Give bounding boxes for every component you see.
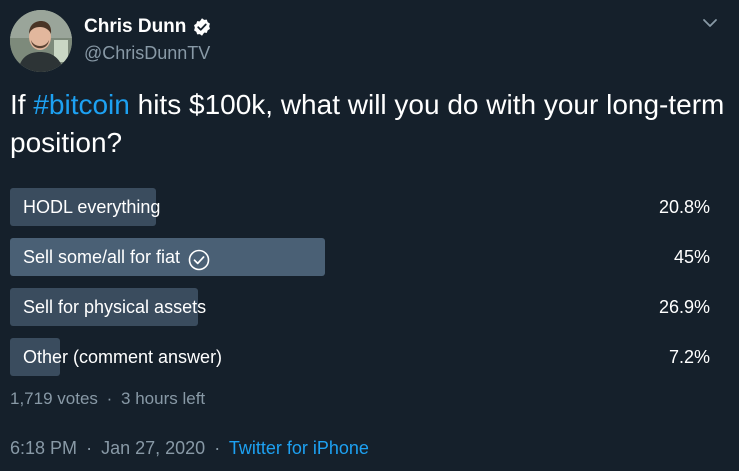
poll-meta: 1,719 votes · 3 hours left xyxy=(10,389,205,409)
poll-time-left: 3 hours left xyxy=(121,389,206,408)
check-circle-icon xyxy=(188,246,210,271)
chevron-down-icon[interactable] xyxy=(701,14,719,32)
tweet-timestamp-row: 6:18 PM · Jan 27, 2020 · Twitter for iPh… xyxy=(10,438,369,459)
poll-option-percent: 45% xyxy=(673,247,710,267)
poll-option-label: Sell for physical assets xyxy=(23,288,206,326)
tweet-text-before: If xyxy=(10,89,34,120)
avatar-image xyxy=(10,10,72,72)
poll-option-percent: 7.2% xyxy=(668,347,710,367)
hashtag-link[interactable]: #bitcoin xyxy=(33,89,130,120)
poll-votes: 1,719 votes xyxy=(10,389,98,408)
poll-option-label: Other (comment answer) xyxy=(23,338,222,376)
verified-badge-icon xyxy=(192,17,212,37)
poll-option-text: Other (comment answer) xyxy=(23,347,223,367)
tweet-source-link[interactable]: Twitter for iPhone xyxy=(229,438,369,458)
poll-option-text: Sell some/all for fiat xyxy=(23,247,181,267)
poll-option: Other (comment answer) 7.2% xyxy=(10,338,710,376)
user-display-name[interactable]: Chris Dunn xyxy=(84,16,212,38)
avatar[interactable] xyxy=(10,10,72,72)
timestamp-separator: · xyxy=(86,438,93,458)
poll-option-percent: 26.9% xyxy=(658,297,710,317)
poll-option-text: Sell for physical assets xyxy=(23,297,207,317)
poll-meta-separator: · xyxy=(106,389,113,408)
tweet-date[interactable]: Jan 27, 2020 xyxy=(101,438,205,458)
tweet-time[interactable]: 6:18 PM xyxy=(10,438,77,458)
poll: HODL everything 20.8% Sell some/all for … xyxy=(10,188,710,388)
source-separator: · xyxy=(214,438,221,458)
user-name-text: Chris Dunn xyxy=(84,16,187,37)
tweet-text: If #bitcoin hits $100k, what will you do… xyxy=(10,86,725,162)
poll-option-label: HODL everything xyxy=(23,188,160,226)
poll-option-percent: 20.8% xyxy=(658,197,710,217)
poll-option: HODL everything 20.8% xyxy=(10,188,710,226)
poll-option-text: HODL everything xyxy=(23,197,161,217)
poll-option: Sell for physical assets 26.9% xyxy=(10,288,710,326)
poll-option-label: Sell some/all for fiat xyxy=(23,238,210,276)
poll-option: Sell some/all for fiat 45% xyxy=(10,238,710,276)
user-handle[interactable]: @ChrisDunnTV xyxy=(84,43,210,64)
